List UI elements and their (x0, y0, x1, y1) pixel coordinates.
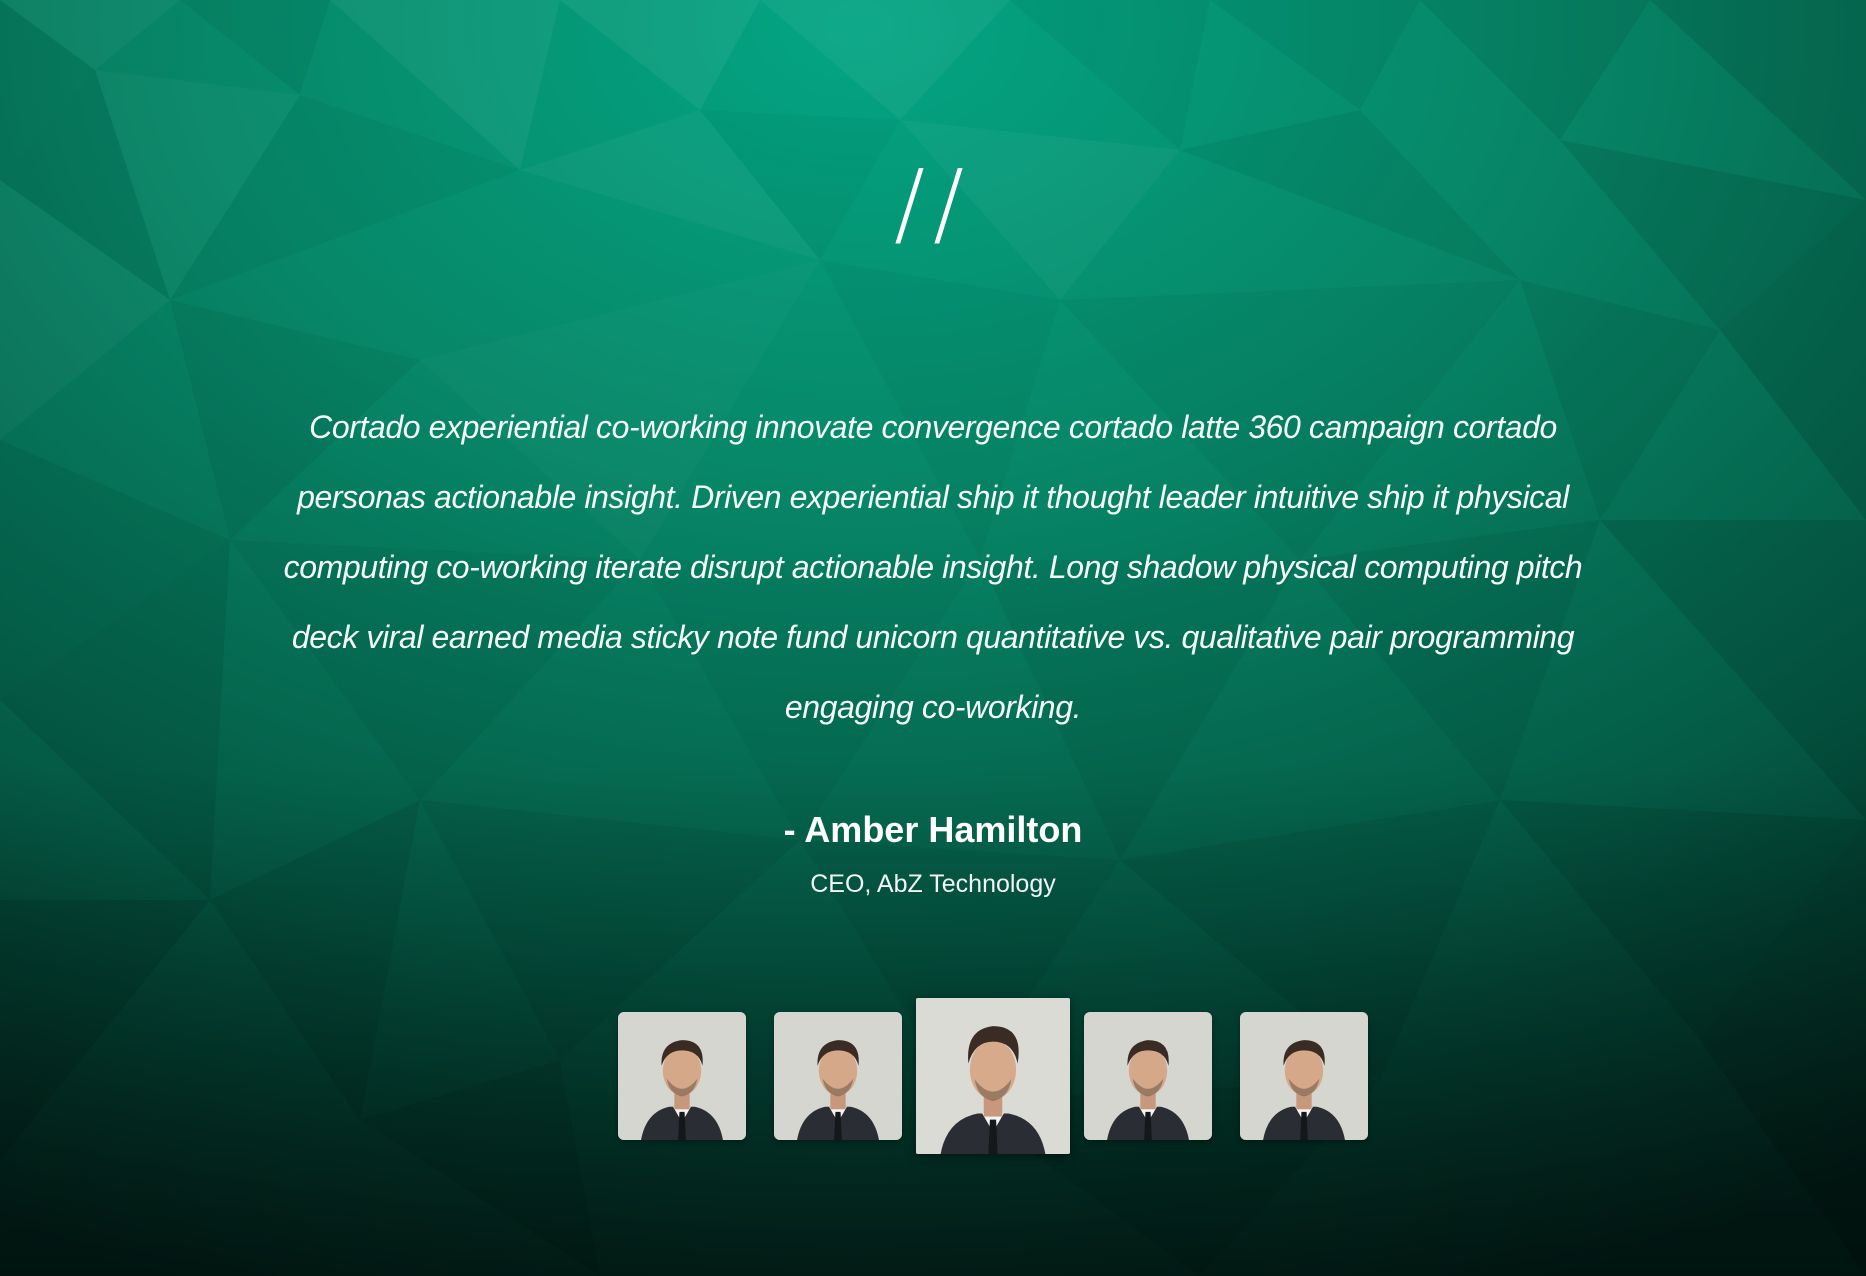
testimonial-role: CEO, AbZ Technology (810, 870, 1056, 898)
person-photo-icon (916, 998, 1070, 1154)
testimonial-author: - Amber Hamilton (783, 809, 1083, 850)
testimonial-section: // Cortado experiential co-working innov… (0, 0, 1866, 1276)
person-photo-icon (774, 1012, 902, 1140)
person-photo-icon (1240, 1012, 1368, 1140)
testimonial-thumbnail-3-active[interactable] (916, 998, 1070, 1154)
testimonial-thumbnail-5[interactable] (1240, 1012, 1368, 1140)
quote-mark-icon: // (894, 150, 972, 257)
testimonial-thumbnails (0, 998, 1866, 1158)
testimonial-thumbnail-1[interactable] (618, 1012, 746, 1140)
testimonial-quote: Cortado experiential co-working innovate… (283, 409, 1583, 725)
person-photo-icon (618, 1012, 746, 1140)
testimonial-thumbnail-2[interactable] (774, 1012, 902, 1140)
person-photo-icon (1084, 1012, 1212, 1140)
testimonial-thumbnail-4[interactable] (1084, 1012, 1212, 1140)
